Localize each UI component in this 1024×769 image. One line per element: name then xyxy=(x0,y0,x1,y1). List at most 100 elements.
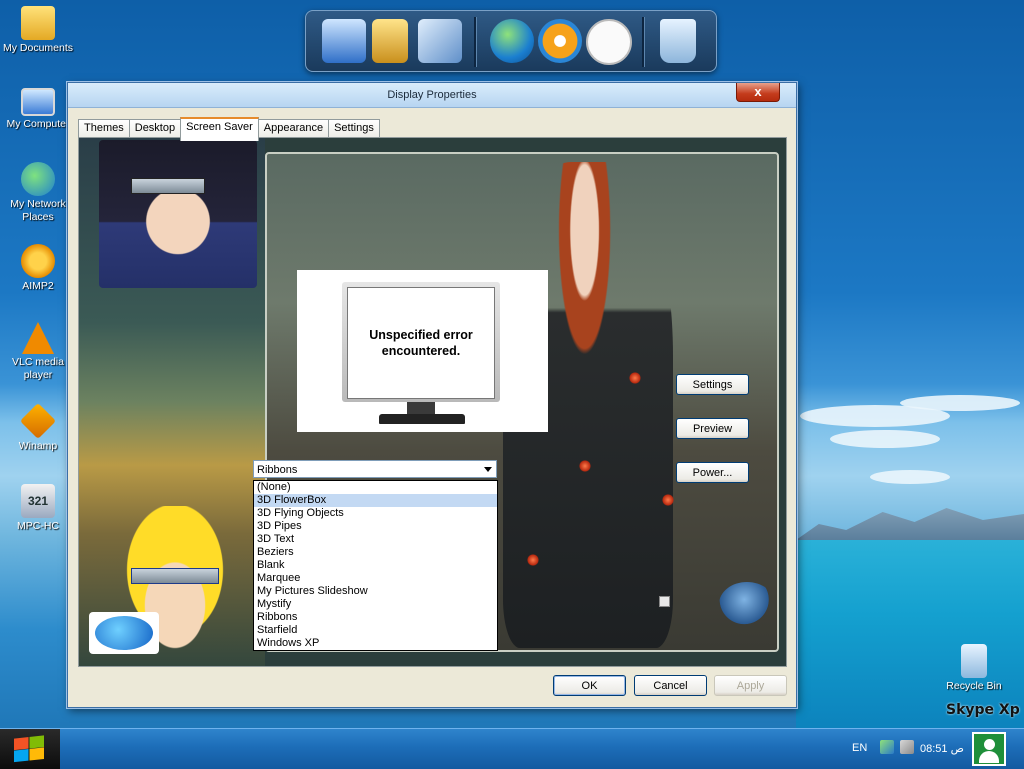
computer-icon xyxy=(21,88,55,116)
list-item[interactable]: 3D FlowerBox xyxy=(254,494,497,507)
spark xyxy=(629,372,641,384)
vlc-cone-icon xyxy=(22,322,54,354)
list-item[interactable]: 3D Flying Objects xyxy=(254,507,497,520)
dock-bar xyxy=(305,10,717,72)
clock-icon[interactable] xyxy=(586,19,632,65)
list-item[interactable]: 3D Pipes xyxy=(254,520,497,533)
language-indicator[interactable]: EN xyxy=(852,742,867,754)
window-title: Display Properties xyxy=(387,89,477,101)
list-item[interactable]: Beziers xyxy=(254,546,497,559)
desktop-icon-recycle-bin[interactable]: Recycle Bin xyxy=(936,644,1012,693)
desktop-icon-my-documents[interactable]: My Documents xyxy=(0,6,76,55)
avatar-head xyxy=(984,739,995,750)
preview-screen: Unspecified error encountered. xyxy=(347,287,495,399)
screen-saver-panel: Unspecified error encountered. Ribbons (… xyxy=(78,137,787,667)
clock[interactable]: 08:51 ص xyxy=(920,742,964,755)
logo-badge xyxy=(89,612,159,654)
cloud xyxy=(830,430,940,448)
desktop-icon-label: VLC media player xyxy=(12,356,64,381)
mpc-icon: 321 xyxy=(21,484,55,518)
lake xyxy=(796,540,1024,728)
taskbar: EN 08:51 ص xyxy=(0,728,1024,769)
spark xyxy=(579,460,591,472)
media-player-icon[interactable] xyxy=(538,19,582,63)
desktop-icon-label: AIMP2 xyxy=(22,280,54,292)
tab-strip: Themes Desktop Screen Saver Appearance S… xyxy=(78,117,380,141)
avatar-body xyxy=(979,751,999,763)
desktop-icon-aimp2[interactable]: AIMP2 xyxy=(0,244,76,293)
preview-button[interactable]: Preview xyxy=(676,418,749,439)
display-properties-window: Display Properties x Themes Desktop Scre… xyxy=(67,82,797,708)
list-item[interactable]: Marquee xyxy=(254,572,497,585)
list-item[interactable]: Ribbons xyxy=(254,611,497,624)
dock-separator xyxy=(474,17,477,67)
cancel-button[interactable]: Cancel xyxy=(634,675,707,696)
desktop-icon-label: My Documents xyxy=(2,42,74,54)
brand-label: Skype Xp xyxy=(946,702,1020,718)
volume-tray-icon[interactable] xyxy=(900,740,914,754)
aimp-icon xyxy=(21,244,55,278)
folder-icon xyxy=(21,6,55,40)
monitor-stand xyxy=(407,402,435,414)
power-button[interactable]: Power... xyxy=(676,462,749,483)
monitor-icon: Unspecified error encountered. xyxy=(342,282,500,402)
checkbox[interactable] xyxy=(659,596,670,607)
screen-saver-preview: Unspecified error encountered. xyxy=(297,270,548,432)
desktop-icon-label: Winamp xyxy=(18,440,58,452)
disc-icon[interactable] xyxy=(418,19,462,63)
headband xyxy=(131,178,205,194)
window-titlebar[interactable]: Display Properties x xyxy=(68,83,796,108)
preview-error-message: Unspecified error encountered. xyxy=(369,328,473,358)
spark xyxy=(527,554,539,566)
desktop-icon-my-computer[interactable]: My Computer xyxy=(0,84,76,131)
monitor-icon[interactable] xyxy=(322,19,366,63)
recycle-bin-icon xyxy=(961,644,987,678)
folder-icon[interactable] xyxy=(372,19,408,63)
screen-saver-select[interactable]: Ribbons xyxy=(253,460,497,478)
screen-saver-dropdown-list[interactable]: (None) 3D FlowerBox 3D Flying Objects 3D… xyxy=(253,480,498,651)
screen-saver-selected: Ribbons xyxy=(257,464,298,476)
ok-button[interactable]: OK xyxy=(553,675,626,696)
dock-separator xyxy=(642,17,645,67)
desktop-icon-vlc[interactable]: VLC media player xyxy=(0,322,76,382)
desktop-icon-label: Recycle Bin xyxy=(946,680,1002,692)
start-button[interactable] xyxy=(0,729,60,769)
close-button[interactable]: x xyxy=(736,83,780,102)
monitor-base xyxy=(379,414,465,424)
cloud xyxy=(870,470,950,484)
network-tray-icon[interactable] xyxy=(880,740,894,754)
trash-icon[interactable] xyxy=(660,19,696,63)
desktop-icon-winamp[interactable]: Winamp xyxy=(0,402,76,453)
winamp-icon xyxy=(19,402,57,440)
desktop-icon-label: My Network Places xyxy=(10,198,66,223)
network-icon xyxy=(21,162,55,196)
headband xyxy=(131,568,219,584)
globe-icon[interactable] xyxy=(490,19,534,63)
desktop-icon-label: MPC-HC xyxy=(17,520,59,532)
windows-logo-icon xyxy=(14,735,44,763)
desktop-icon-my-network-places[interactable]: My Network Places xyxy=(0,162,76,224)
list-item[interactable]: My Pictures Slideshow xyxy=(254,585,497,598)
desktop-icon-label: My Computer xyxy=(6,118,70,130)
list-item[interactable]: Blank xyxy=(254,559,497,572)
apply-button[interactable]: Apply xyxy=(714,675,787,696)
cloud xyxy=(900,395,1020,411)
watermark-logo xyxy=(719,582,775,626)
spark xyxy=(662,494,674,506)
user-avatar[interactable] xyxy=(972,732,1006,766)
tab-screen-saver[interactable]: Screen Saver xyxy=(180,117,259,141)
chevron-down-icon[interactable] xyxy=(484,467,492,472)
list-item[interactable]: Starfield xyxy=(254,624,497,637)
tab-settings[interactable]: Settings xyxy=(328,119,380,139)
anime-character-image xyxy=(99,140,257,288)
screen-saver-settings-button[interactable]: Settings xyxy=(676,374,749,395)
list-item[interactable]: Windows XP xyxy=(254,637,497,650)
tab-themes[interactable]: Themes xyxy=(78,119,130,139)
list-item[interactable]: (None) xyxy=(254,481,497,494)
desktop-icon-mpc-hc[interactable]: 321 MPC-HC xyxy=(0,484,76,533)
tab-appearance[interactable]: Appearance xyxy=(257,119,330,139)
logo-badge-mark xyxy=(95,616,153,650)
list-item[interactable]: Mystify xyxy=(254,598,497,611)
tab-desktop[interactable]: Desktop xyxy=(128,119,182,139)
list-item[interactable]: 3D Text xyxy=(254,533,497,546)
